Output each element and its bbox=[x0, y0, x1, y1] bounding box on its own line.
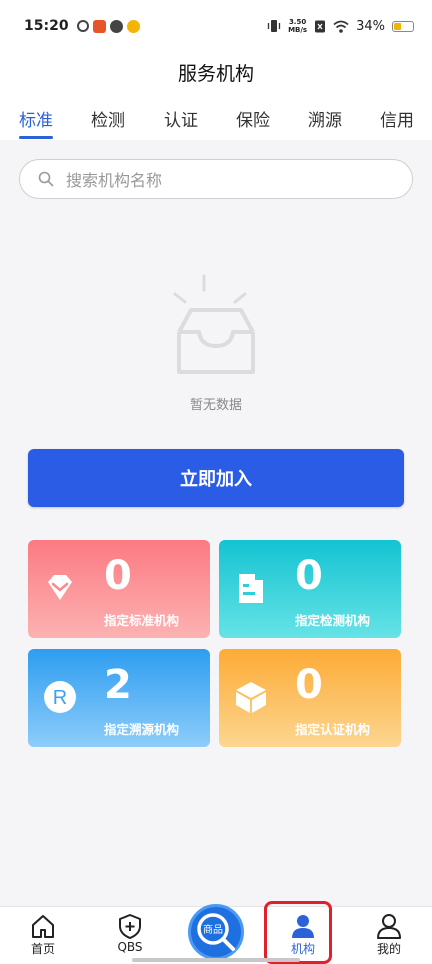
stat-count: 0 bbox=[295, 553, 323, 599]
user-icon bbox=[377, 914, 401, 939]
home-indicator bbox=[132, 958, 300, 962]
empty-state-text: 暂无数据 bbox=[189, 398, 242, 413]
tab-traceability[interactable]: 溯源 bbox=[308, 106, 342, 131]
status-bar: 15:20 3.50 MB/s 34% bbox=[0, 0, 432, 52]
stat-card-testing[interactable]: 0 指定检测机构 bbox=[219, 540, 401, 638]
document-icon bbox=[239, 574, 263, 603]
tab-testing[interactable]: 检测 bbox=[91, 106, 125, 131]
search-icon: 商品 bbox=[197, 913, 235, 951]
stat-label: 指定检测机构 bbox=[295, 613, 371, 628]
nav-mine[interactable]: 我的 bbox=[354, 907, 424, 964]
stat-card-traceability[interactable]: R 2 指定溯源机构 bbox=[28, 649, 210, 747]
nav-home[interactable]: 首页 bbox=[8, 907, 78, 964]
battery-icon bbox=[392, 20, 414, 32]
nav-label: 我的 bbox=[376, 942, 401, 956]
svg-text:R: R bbox=[53, 687, 67, 709]
tab-certification[interactable]: 认证 bbox=[164, 106, 198, 131]
stat-label: 指定标准机构 bbox=[104, 613, 180, 628]
home-icon bbox=[32, 915, 54, 938]
nav-center-label: 商品 bbox=[203, 923, 223, 936]
join-now-button[interactable]: 立即加入 bbox=[28, 449, 404, 507]
net-speed-unit: MB/s bbox=[288, 26, 308, 34]
diamond-icon bbox=[48, 575, 72, 600]
stat-count: 0 bbox=[104, 553, 132, 599]
empty-state: 暂无数据 bbox=[0, 270, 432, 413]
status-time: 15:20 bbox=[24, 18, 69, 34]
sim-icon bbox=[315, 20, 326, 32]
notification-icons bbox=[76, 19, 140, 33]
app-notification-icon bbox=[76, 20, 89, 32]
wifi-icon bbox=[333, 20, 349, 33]
weibo-icon bbox=[126, 19, 140, 33]
battery-percent: 34% bbox=[356, 18, 385, 34]
status-right: 3.50 MB/s 34% bbox=[267, 18, 414, 34]
stat-card-standard[interactable]: 0 指定标准机构 bbox=[28, 540, 210, 638]
stat-label: 指定认证机构 bbox=[295, 722, 371, 737]
cube-icon bbox=[236, 682, 266, 713]
app-notification-icon bbox=[92, 19, 106, 33]
highlight-box bbox=[264, 901, 332, 964]
page-header: 服务机构 bbox=[0, 52, 432, 92]
tab-standard[interactable]: 标准 bbox=[19, 106, 53, 131]
vibrate-icon bbox=[267, 20, 281, 32]
nav-label: 首页 bbox=[30, 942, 55, 956]
stat-card-certification[interactable]: 0 指定认证机构 bbox=[219, 649, 401, 747]
stat-count: 0 bbox=[295, 662, 323, 708]
stat-label: 指定溯源机构 bbox=[104, 722, 180, 737]
tab-credit[interactable]: 信用 bbox=[380, 106, 414, 131]
net-speed-value: 3.50 bbox=[288, 18, 307, 26]
active-tab-indicator bbox=[19, 136, 53, 139]
category-tabs: 标准 检测 认证 保险 溯源 信用 bbox=[0, 92, 432, 140]
registered-icon: R bbox=[44, 681, 76, 713]
nav-qbs[interactable]: QBS bbox=[95, 907, 165, 964]
nav-label: QBS bbox=[117, 940, 143, 954]
search-placeholder: 搜索机构名称 bbox=[66, 171, 163, 190]
tab-insurance[interactable]: 保险 bbox=[236, 106, 270, 131]
shield-plus-icon bbox=[119, 914, 141, 939]
search-icon bbox=[38, 171, 54, 187]
page-title: 服务机构 bbox=[177, 62, 254, 85]
net-speed: 3.50 MB/s bbox=[288, 18, 307, 34]
empty-inbox-icon bbox=[173, 274, 255, 374]
battery-fill bbox=[394, 22, 401, 30]
app-notification-icon bbox=[109, 19, 123, 33]
nav-product-search-button[interactable]: 商品 bbox=[188, 904, 244, 960]
search-input[interactable]: 搜索机构名称 bbox=[19, 159, 413, 199]
stat-count: 2 bbox=[104, 662, 132, 708]
